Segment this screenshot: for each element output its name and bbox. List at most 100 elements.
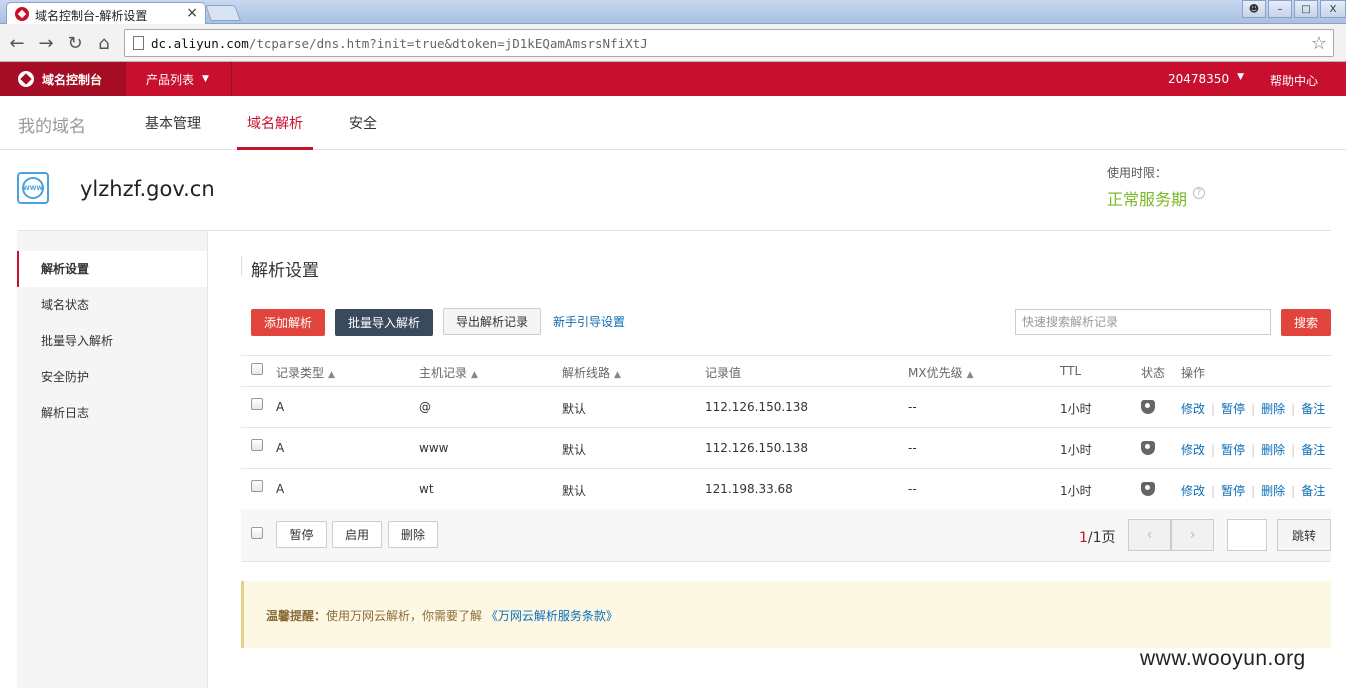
account-menu[interactable]: 20478350 ▼: [1168, 72, 1244, 86]
sidebar-item-batch-import[interactable]: 批量导入解析: [17, 323, 207, 359]
address-bar[interactable]: dc.aliyun.com/tcparse/dns.htm?init=true&…: [124, 29, 1334, 57]
note-link[interactable]: 备注: [1301, 443, 1325, 457]
header-ttl: TTL: [1060, 364, 1082, 378]
batch-import-button[interactable]: 批量导入解析: [335, 309, 433, 336]
page-number-input[interactable]: [1227, 519, 1267, 551]
tab-close-icon[interactable]: ×: [186, 5, 198, 21]
table-row: A @ 默认 112.126.150.138 -- 1小时 修改 | 暂停 | 删除 | 备…: [241, 387, 1331, 428]
next-page-button[interactable]: ›: [1171, 519, 1214, 551]
edit-link[interactable]: 修改: [1181, 484, 1205, 498]
status-enabled-icon: [1141, 441, 1155, 455]
record-value: 112.126.150.138: [705, 441, 809, 455]
select-all-checkbox[interactable]: [251, 363, 263, 375]
minimize-button[interactable]: –: [1268, 0, 1292, 18]
new-tab-button[interactable]: [205, 5, 241, 21]
notice-box: 温馨提醒：使用万网云解析，你需要了解 《万网云解析服务条款》: [241, 581, 1331, 648]
delete-link[interactable]: 删除: [1261, 402, 1285, 416]
delete-link[interactable]: 删除: [1261, 443, 1285, 457]
batch-delete-button[interactable]: 删除: [388, 521, 438, 548]
chevron-down-icon: ▼: [1237, 72, 1244, 82]
browser-tab[interactable]: 域名控制台-解析设置 ×: [6, 2, 206, 24]
row-checkbox[interactable]: [251, 439, 263, 451]
tab-security[interactable]: 安全: [349, 113, 377, 133]
record-type: A: [276, 482, 285, 496]
forward-arrow-icon[interactable]: →: [35, 32, 57, 54]
back-arrow-icon[interactable]: ←: [6, 32, 28, 54]
row-checkbox[interactable]: [251, 480, 263, 492]
window-controls: ☻ – □ X: [1242, 0, 1346, 18]
record-type: A: [276, 441, 285, 455]
note-link[interactable]: 备注: [1301, 484, 1325, 498]
notice-label: 温馨提醒：: [266, 609, 327, 623]
record-host: www: [419, 441, 449, 455]
aliyun-favicon-icon: [15, 7, 29, 21]
prev-page-button[interactable]: ‹: [1128, 519, 1171, 551]
sidebar-item-security[interactable]: 安全防护: [17, 359, 207, 395]
bookmark-star-icon[interactable]: ☆: [1311, 33, 1327, 54]
row-operations: 修改 | 暂停 | 删除 | 备注: [1181, 402, 1326, 416]
sidebar-item-dns-settings[interactable]: 解析设置: [17, 251, 207, 287]
add-record-button[interactable]: 添加解析: [251, 309, 325, 336]
row-checkbox[interactable]: [251, 398, 263, 410]
notice-text: 温馨提醒：使用万网云解析，你需要了解 《万网云解析服务条款》: [266, 607, 618, 624]
header-mx[interactable]: MX优先级 ▲: [908, 364, 974, 381]
table-footer: 暂停 启用 删除 1/1页 ‹ › 跳转: [241, 509, 1331, 562]
export-records-button[interactable]: 导出解析记录: [443, 308, 541, 335]
reload-icon[interactable]: ↻: [64, 32, 86, 54]
tab-title: 域名控制台-解析设置: [35, 9, 148, 23]
search-button[interactable]: 搜索: [1281, 309, 1331, 336]
record-line: 默认: [562, 402, 587, 416]
home-icon[interactable]: ⌂: [93, 32, 115, 54]
sidebar-item-domain-status[interactable]: 域名状态: [17, 287, 207, 323]
header-line[interactable]: 解析线路 ▲: [562, 364, 621, 381]
domain-nav: 我的域名 基本管理 域名解析 安全: [0, 96, 1346, 150]
my-domains-link[interactable]: 我的域名: [18, 112, 86, 137]
console-brand[interactable]: 域名控制台: [0, 62, 126, 96]
record-host: @: [419, 400, 431, 414]
search-input[interactable]: [1015, 309, 1271, 335]
user-icon[interactable]: ☻: [1242, 0, 1266, 18]
record-line: 默认: [562, 484, 587, 498]
tab-basic-management[interactable]: 基本管理: [145, 113, 201, 133]
record-line: 默认: [562, 443, 587, 457]
product-list-menu[interactable]: 产品列表 ▼: [126, 62, 232, 96]
www-globe-icon: WWW: [17, 172, 49, 204]
pause-link[interactable]: 暂停: [1221, 402, 1245, 416]
record-mx: --: [908, 482, 917, 496]
edit-link[interactable]: 修改: [1181, 443, 1205, 457]
sort-asc-icon: ▲: [614, 370, 621, 380]
page-title: 解析设置: [241, 256, 319, 281]
row-operations: 修改 | 暂停 | 删除 | 备注: [1181, 484, 1326, 498]
record-mx: --: [908, 400, 917, 414]
delete-link[interactable]: 删除: [1261, 484, 1285, 498]
question-icon[interactable]: ?: [1193, 187, 1205, 199]
page-icon: [133, 36, 144, 50]
terms-link[interactable]: 《万网云解析服务条款》: [486, 609, 618, 623]
sidebar-item-dns-log[interactable]: 解析日志: [17, 395, 207, 431]
batch-enable-button[interactable]: 启用: [332, 521, 382, 548]
header-host[interactable]: 主机记录 ▲: [419, 364, 478, 381]
record-type: A: [276, 400, 285, 414]
close-window-button[interactable]: X: [1320, 0, 1346, 18]
product-list-label: 产品列表: [146, 72, 195, 87]
maximize-button[interactable]: □: [1294, 0, 1318, 18]
console-topbar: 域名控制台 产品列表 ▼ 20478350 ▼ 帮助中心: [0, 62, 1346, 96]
tab-dns-resolution[interactable]: 域名解析: [247, 113, 303, 133]
record-ttl: 1小时: [1060, 443, 1092, 457]
guide-settings-link[interactable]: 新手引导设置: [553, 313, 625, 330]
url-text[interactable]: dc.aliyun.com/tcparse/dns.htm?init=true&…: [151, 36, 648, 51]
sort-asc-icon: ▲: [966, 370, 974, 380]
edit-link[interactable]: 修改: [1181, 402, 1205, 416]
batch-pause-button[interactable]: 暂停: [276, 521, 327, 548]
help-center-link[interactable]: 帮助中心: [1270, 72, 1318, 89]
notice-body: 使用万网云解析，你需要了解: [326, 609, 483, 623]
pause-link[interactable]: 暂停: [1221, 484, 1245, 498]
select-all-footer-checkbox[interactable]: [251, 527, 263, 539]
header-status: 状态: [1141, 366, 1166, 380]
aliyun-logo-icon: [18, 71, 34, 87]
pause-link[interactable]: 暂停: [1221, 443, 1245, 457]
header-record-type[interactable]: 记录类型 ▲: [276, 364, 335, 381]
note-link[interactable]: 备注: [1301, 402, 1325, 416]
jump-button[interactable]: 跳转: [1277, 519, 1331, 551]
account-id: 20478350: [1168, 72, 1230, 86]
